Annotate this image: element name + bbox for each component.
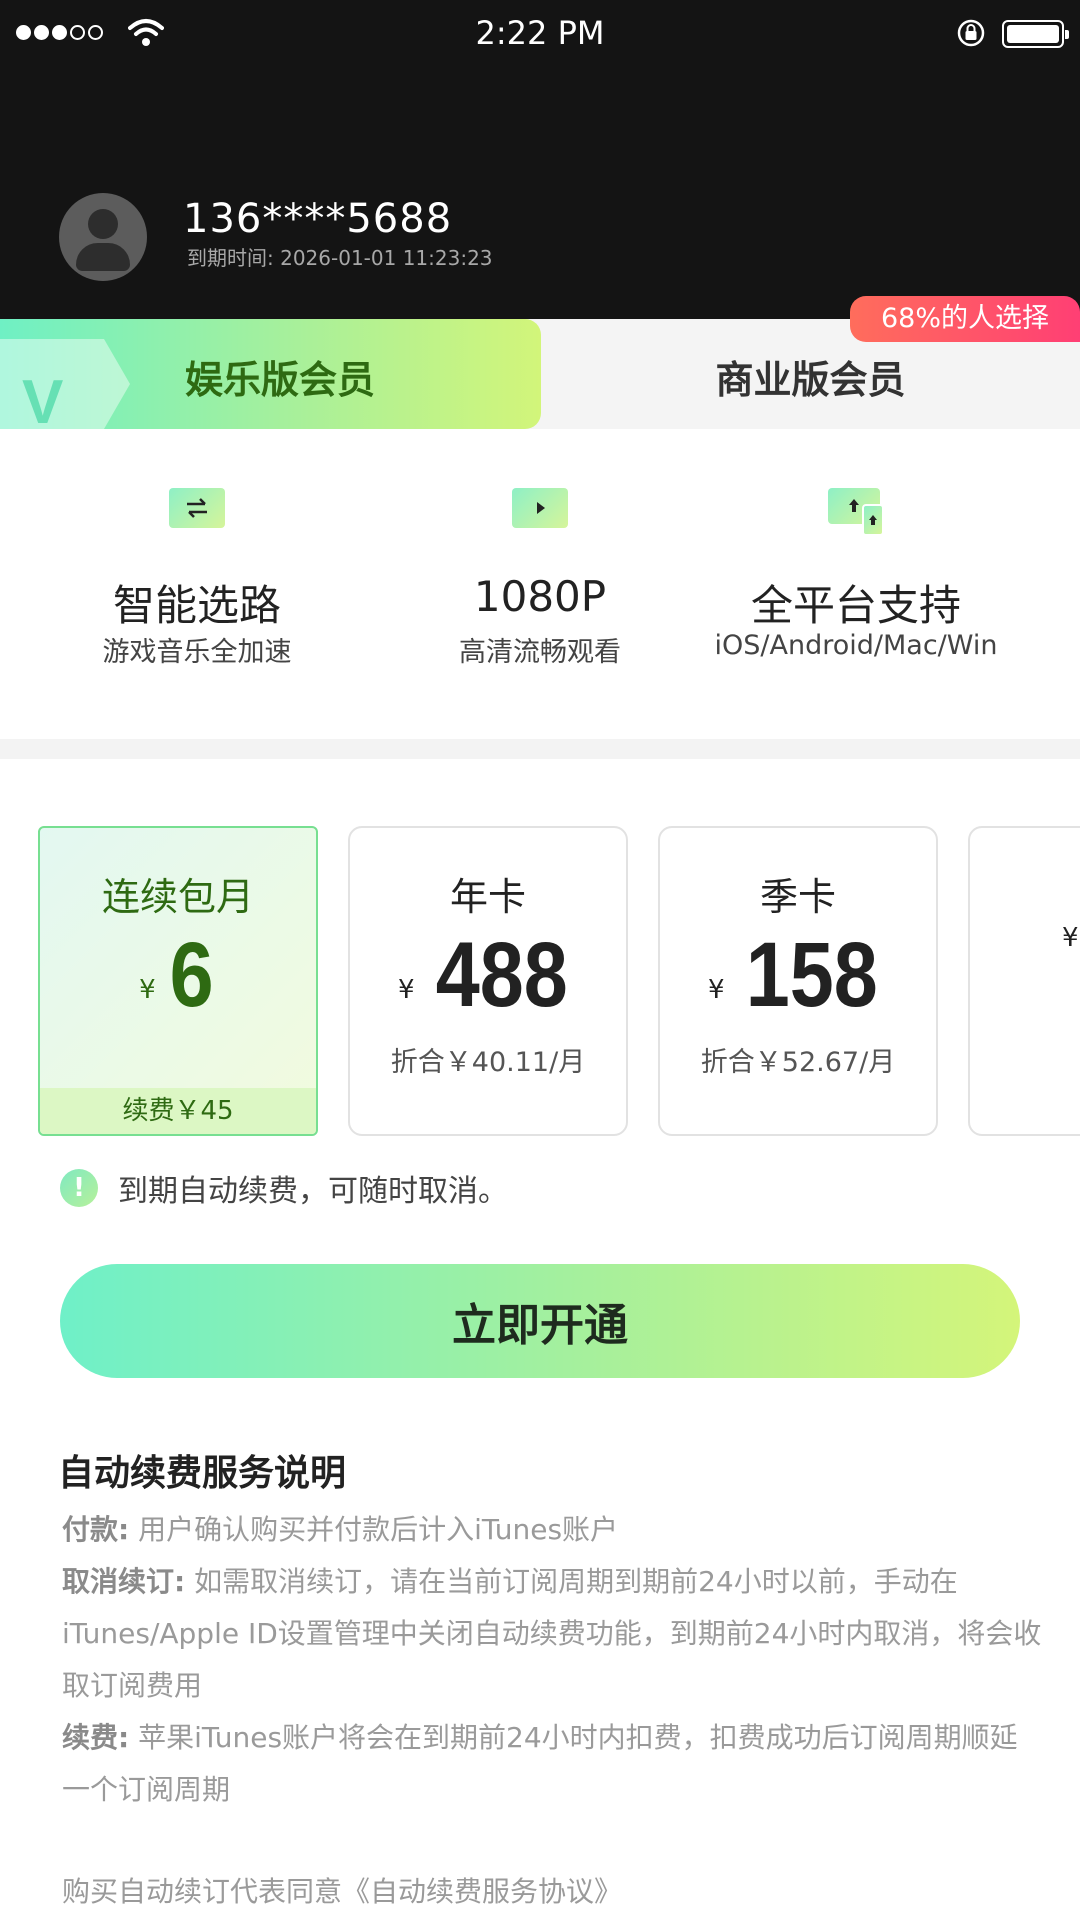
price-amount: 488 [435, 924, 568, 1026]
tab-entertainment-label: 娱乐版会员 [185, 358, 376, 402]
section-divider [0, 739, 1080, 759]
terms-cancel: 取消续订: 如需取消续订，请在当前订阅周期到期前24小时以前，手动在iTunes… [62, 1556, 1042, 1712]
currency-symbol: ¥ [139, 975, 156, 1005]
exclamation-icon: ! [60, 1169, 98, 1207]
plan-card-monthly-auto[interactable]: 连续包月 ¥6 续费￥45 [38, 826, 318, 1136]
price-amount: 158 [745, 924, 878, 1026]
expire-label: 到期时间: [187, 246, 274, 270]
avatar[interactable] [59, 193, 147, 281]
plan-name: 月 [970, 866, 1080, 921]
currency-symbol: ¥ [707, 975, 725, 1005]
avatar-head [88, 209, 118, 239]
agreement-link[interactable]: 购买自动续订代表同意《自动续费服务协议》 [62, 1870, 622, 1910]
feature-subtitle: 游戏音乐全加速 [102, 637, 292, 668]
currency-symbol: ¥ [397, 975, 415, 1005]
feature-list: 智能选路 游戏音乐全加速 1080P 高清流畅观看 全平台支持 iOS/Andr… [0, 470, 1080, 670]
feature-item: 全平台支持 iOS/Android/Mac/Win [686, 470, 1026, 670]
auto-renew-notice: ! 到期自动续费，可随时取消。 [60, 1168, 508, 1209]
swap-arrows-icon [169, 488, 225, 528]
feature-subtitle: 高清流畅观看 [459, 637, 621, 668]
renew-label: 续费: [62, 1721, 130, 1754]
battery-icon [1002, 20, 1069, 48]
terms-payment: 付款: 用户确认购买并付款后计入iTunes账户 [62, 1504, 1042, 1556]
expire-info: 到期时间: 2026-01-01 11:23:23 [187, 242, 493, 271]
terms-renew: 续费: 苹果iTunes账户将会在到期前24小时内扣费，扣费成功后订阅周期顺延一… [62, 1712, 1042, 1816]
avatar-body [76, 243, 130, 271]
plan-name: 季卡 [759, 875, 836, 919]
plan-name: 年卡 [449, 875, 526, 919]
v-badge-shape [0, 339, 130, 429]
terms-body: 付款: 用户确认购买并付款后计入iTunes账户 取消续订: 如需取消续订，请在… [62, 1504, 1042, 1816]
feature-title: 全平台支持 [750, 581, 961, 630]
payment-text: 用户确认购买并付款后计入iTunes账户 [138, 1513, 619, 1546]
subscribe-button[interactable]: 立即开通 [60, 1264, 1020, 1378]
v-badge-icon: V [22, 368, 64, 429]
user-phone: 136****5688 [183, 196, 453, 242]
feature-title: 1080P [473, 572, 607, 621]
plan-price: ¥ [970, 923, 1080, 958]
feature-subtitle: iOS/Android/Mac/Win [714, 630, 998, 661]
plan-card-yearly[interactable]: 年卡 ¥488 折合￥40.11/月 [348, 826, 628, 1136]
feature-item: 智能选路 游戏音乐全加速 [27, 470, 367, 670]
rotation-lock-icon [957, 19, 985, 47]
expire-time: 2026-01-01 11:23:23 [280, 246, 493, 270]
payment-label: 付款: [62, 1513, 130, 1546]
plan-cards: 连续包月 ¥6 续费￥45 年卡 ¥488 折合￥40.11/月 季卡 ¥158… [0, 826, 1080, 1138]
status-time: 2:22 PM [475, 14, 605, 52]
phone-device-icon [862, 504, 884, 536]
currency-symbol: ¥ [1062, 923, 1079, 953]
account-header: 2:22 PM 136****5688 到期时间: 2026-01-01 11:… [0, 0, 1080, 320]
play-icon [512, 488, 568, 528]
terms-title: 自动续费服务说明 [58, 1453, 347, 1494]
plan-price: ¥6 [40, 923, 316, 1028]
plan-price: ¥158 [660, 923, 936, 1028]
renew-text: 苹果iTunes账户将会在到期前24小时内扣费，扣费成功后订阅周期顺延一个订阅周… [62, 1721, 1018, 1806]
feature-item: 1080P 高清流畅观看 [370, 470, 710, 670]
cancel-text: 如需取消续订，请在当前订阅周期到期前24小时以前，手动在iTunes/Apple… [62, 1565, 1042, 1702]
monthly-equivalent: 折合￥40.11/月 [390, 1047, 586, 1078]
price-amount: 6 [169, 924, 214, 1026]
promo-badge: 68%的人选择 [850, 296, 1080, 342]
tab-business-label: 商业版会员 [715, 358, 906, 402]
plan-card-monthly[interactable]: 月 ¥ [968, 826, 1080, 1136]
plan-name: 连续包月 [101, 875, 254, 919]
tab-entertainment[interactable]: V 娱乐版会员 [0, 319, 541, 429]
status-bar: 2:22 PM [0, 0, 1080, 70]
monthly-equivalent: 折合￥52.67/月 [700, 1047, 896, 1078]
cancel-label: 取消续订: [62, 1565, 186, 1598]
plan-price: ¥488 [350, 923, 626, 1028]
feature-title: 智能选路 [112, 581, 281, 630]
plan-card-quarterly[interactable]: 季卡 ¥158 折合￥52.67/月 [658, 826, 938, 1136]
renew-note: 续费￥45 [40, 1088, 316, 1134]
notice-text: 到期自动续费，可随时取消。 [118, 1174, 508, 1209]
